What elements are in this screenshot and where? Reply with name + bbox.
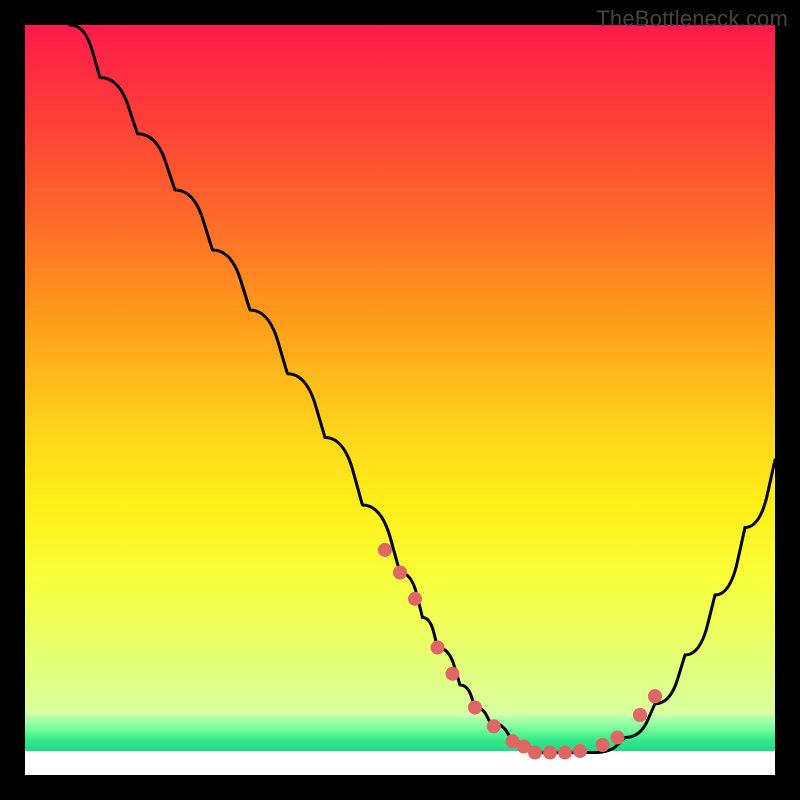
highlight-markers xyxy=(378,543,662,760)
marker-point xyxy=(408,592,422,606)
marker-point xyxy=(633,708,647,722)
marker-point xyxy=(378,543,392,557)
marker-point xyxy=(446,667,460,681)
watermark-text: TheBottleneck.com xyxy=(596,6,788,32)
marker-point xyxy=(558,746,572,760)
marker-point xyxy=(431,641,445,655)
marker-point xyxy=(528,746,542,760)
chart-stage: TheBottleneck.com xyxy=(0,0,800,800)
marker-point xyxy=(487,719,501,733)
marker-point xyxy=(543,746,557,760)
marker-point xyxy=(611,731,625,745)
curve-layer xyxy=(25,25,775,775)
bottleneck-curve xyxy=(70,25,775,753)
marker-point xyxy=(468,701,482,715)
marker-point xyxy=(596,738,610,752)
marker-point xyxy=(648,689,662,703)
marker-point xyxy=(573,744,587,758)
plot-area xyxy=(25,25,775,775)
marker-point xyxy=(393,566,407,580)
